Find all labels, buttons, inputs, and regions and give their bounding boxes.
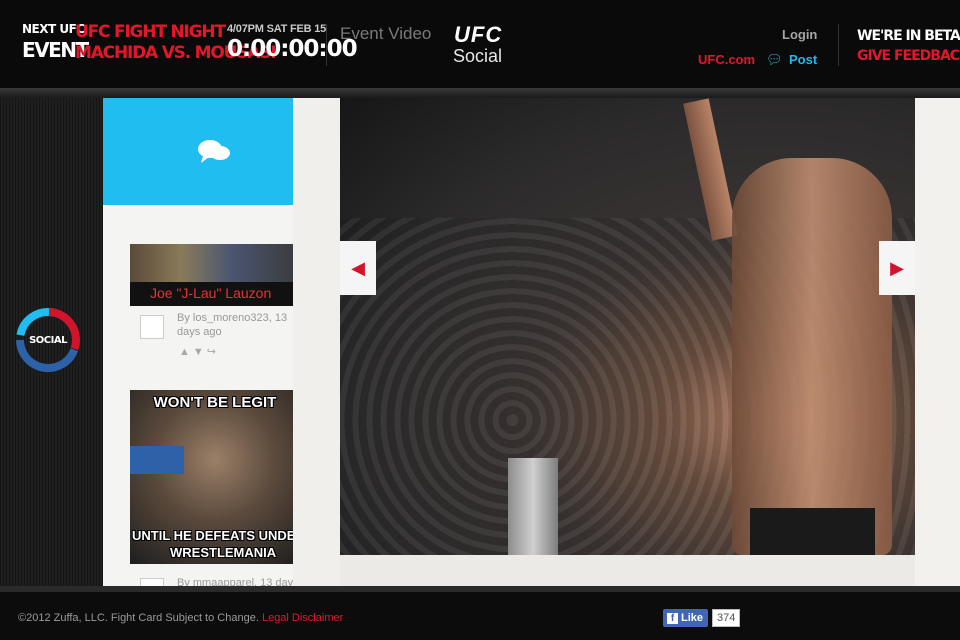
- banner-block: [130, 446, 184, 474]
- share-icon[interactable]: ↪: [207, 346, 219, 358]
- avatar[interactable]: [140, 578, 164, 586]
- chevron-right-icon: ▶: [890, 258, 904, 278]
- fighter-figure: [732, 158, 892, 555]
- previous-button[interactable]: ◀: [340, 241, 376, 295]
- facebook-like-button[interactable]: f Like: [663, 609, 709, 627]
- feed-header: [103, 98, 293, 205]
- feed-card-actions[interactable]: ▲▼↪: [179, 345, 219, 358]
- feed-card-meta: By los_moreno323, 13 days ago: [177, 312, 288, 338]
- content-stage: Joe "J-Lau" Lauzon By los_moreno323, 13 …: [103, 98, 960, 586]
- feed-card-image[interactable]: WON'T BE LEGIT UNTIL HE DEFEATS UNDERTAK…: [130, 390, 293, 564]
- meme-bottom-line1: UNTIL HE DEFEATS UNDERTAKER: [132, 528, 293, 543]
- event-video-link[interactable]: Event Video: [340, 24, 431, 44]
- meme-top-text: WON'T BE LEGIT: [153, 394, 277, 411]
- top-bar: NEXT UFC EVENT UFC FIGHT NIGHT MACHIDA V…: [0, 0, 960, 98]
- header-divider: [326, 24, 327, 66]
- copyright: ©2012 Zuffa, LLC. Fight Card Subject to …: [18, 612, 343, 624]
- social-feed-panel: Joe "J-Lau" Lauzon By los_moreno323, 13 …: [103, 98, 293, 586]
- event-name-line1[interactable]: UFC FIGHT NIGHT: [75, 22, 226, 42]
- header-divider-right: [838, 24, 839, 66]
- speech-bubble-icon[interactable]: 💬︎: [766, 52, 783, 68]
- chevron-left-icon: ◀: [351, 258, 365, 278]
- chat-bubbles-icon: [198, 140, 230, 163]
- give-feedback-link[interactable]: GIVE FEEDBACK: [857, 48, 960, 64]
- podium: [508, 458, 558, 555]
- avatar[interactable]: [140, 315, 164, 339]
- event-countdown: 0:00:00:00: [227, 36, 358, 62]
- beta-label: WE'RE IN BETA: [857, 28, 960, 44]
- thumbs-up-icon[interactable]: ▲: [179, 346, 193, 358]
- meme-bottom-line2: WRESTLEMANIA: [170, 545, 277, 560]
- ufc-com-link[interactable]: UFC.com: [698, 52, 755, 67]
- legal-disclaimer-link[interactable]: Legal Disclaimer: [262, 612, 343, 624]
- event-datetime: 4/07PM SAT FEB 15: [227, 23, 327, 35]
- right-strip: [915, 98, 960, 586]
- copyright-text: ©2012 Zuffa, LLC. Fight Card Subject to …: [18, 612, 259, 624]
- login-link[interactable]: Login: [782, 27, 817, 42]
- ufc-logo[interactable]: UFC: [454, 22, 502, 48]
- featured-photo[interactable]: [340, 98, 915, 555]
- facebook-like-label: Like: [681, 612, 704, 624]
- panel-gap: [293, 98, 340, 586]
- top-bar-shadow: [0, 88, 960, 98]
- footer: ©2012 Zuffa, LLC. Fight Card Subject to …: [0, 586, 960, 640]
- social-ring-label: SOCIAL: [29, 335, 67, 346]
- meme-bottom-text: UNTIL HE DEFEATS UNDERTAKER WRESTLEMANIA: [132, 527, 293, 561]
- post-button[interactable]: Post: [789, 52, 817, 67]
- feed-card-image[interactable]: Joe "J-Lau" Lauzon: [130, 244, 293, 306]
- fighter-shorts: [750, 508, 875, 555]
- thumbs-down-icon[interactable]: ▼: [193, 346, 207, 358]
- feed-card-caption: Joe "J-Lau" Lauzon: [150, 285, 272, 301]
- ufc-social-wordmark[interactable]: Social: [453, 46, 502, 67]
- facebook-like-count: 374: [712, 609, 741, 627]
- facebook-icon: f: [667, 613, 678, 624]
- next-button[interactable]: ▶: [879, 241, 915, 295]
- feed-card-meta: By mmaapparel, 13 days: [177, 577, 293, 586]
